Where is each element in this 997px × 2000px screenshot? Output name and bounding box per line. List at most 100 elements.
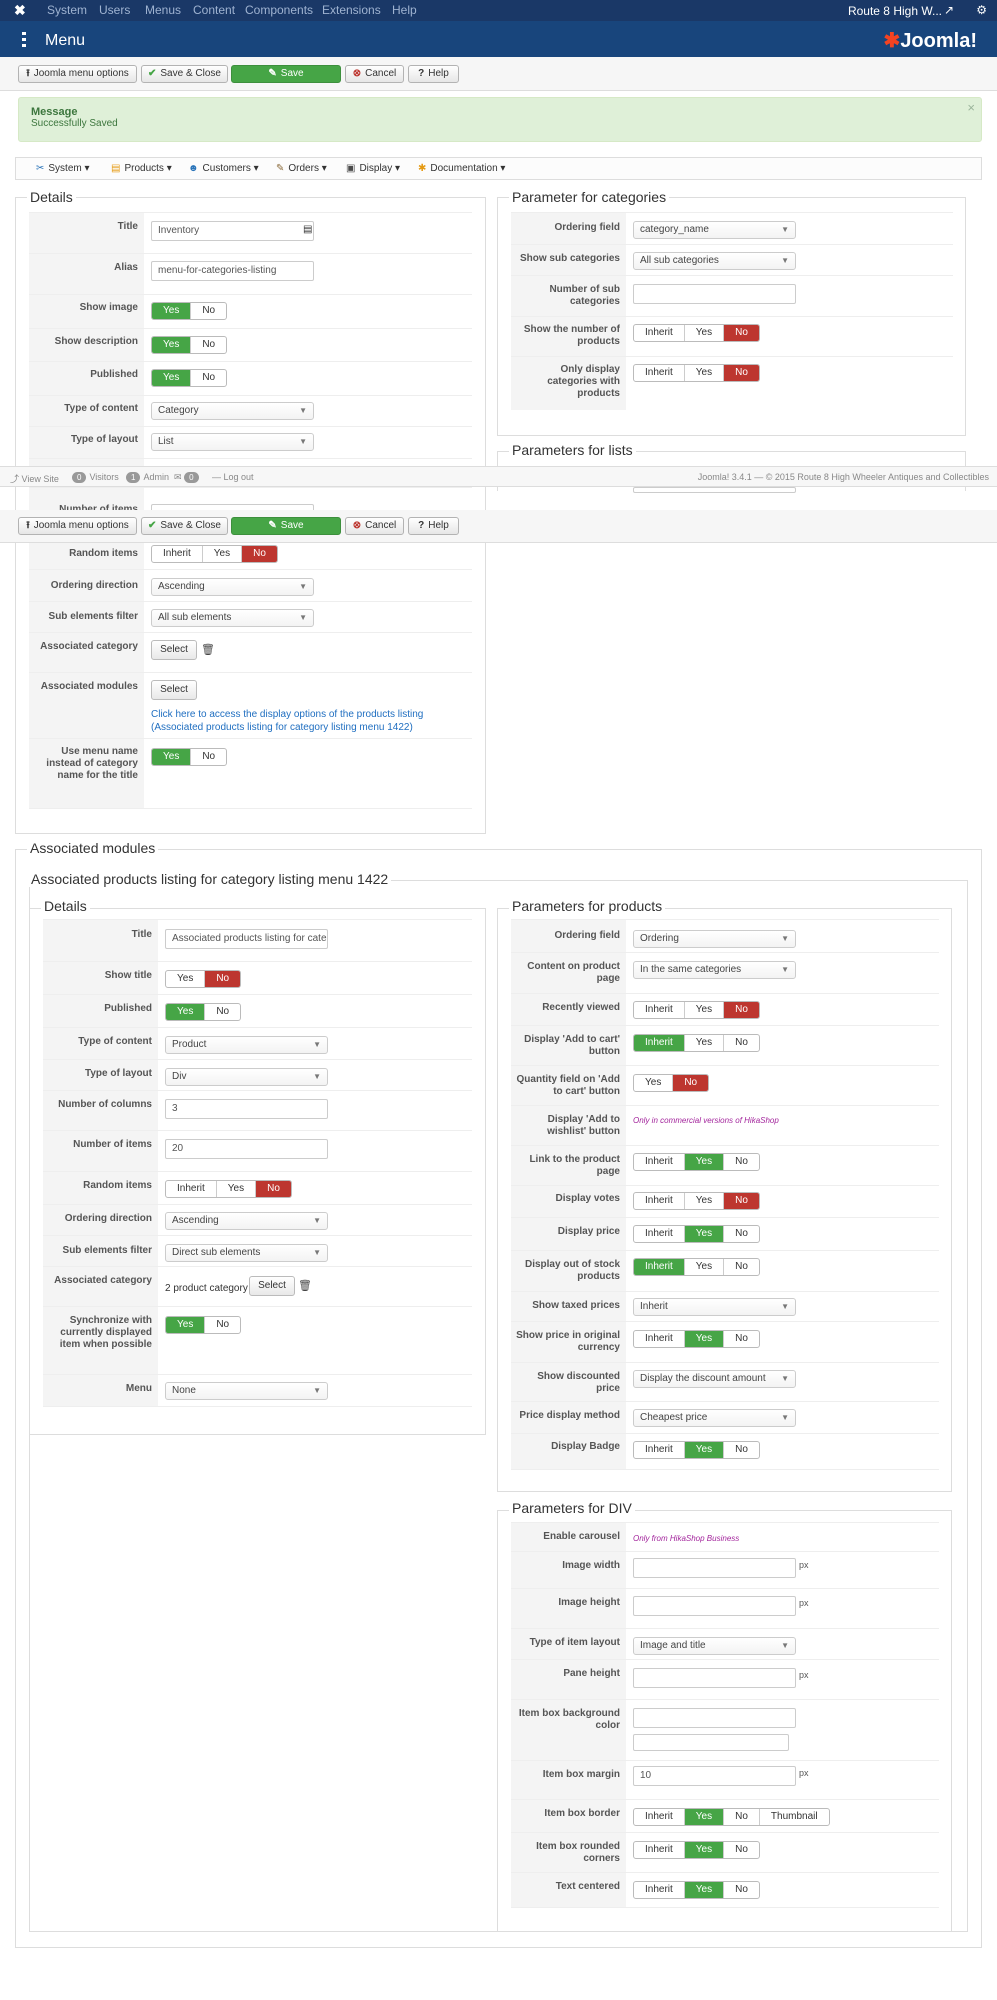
- lists-input[interactable]: [633, 487, 796, 493]
- recently-viewed-toggle[interactable]: Inherit Yes No: [633, 1001, 760, 1019]
- text-centered-toggle[interactable]: Inherit Yes No: [633, 1881, 760, 1899]
- yes-option[interactable]: Yes: [685, 365, 725, 381]
- inherit-option[interactable]: Inherit: [634, 1154, 685, 1170]
- no-option[interactable]: No: [724, 1809, 760, 1825]
- no-option[interactable]: No: [724, 1035, 759, 1051]
- hika-menu-system[interactable]: ✂ System ▾: [36, 163, 90, 174]
- assoc-type-layout-select[interactable]: Div ▼: [165, 1068, 328, 1086]
- show-description-toggle[interactable]: Yes No: [151, 336, 228, 354]
- yes-option[interactable]: Yes: [166, 1004, 206, 1020]
- yes-option[interactable]: Yes: [684, 1842, 725, 1858]
- hika-menu-orders[interactable]: ✎ Orders ▾: [276, 163, 327, 174]
- cat-ordering-field-select[interactable]: category_name ▼: [633, 221, 796, 239]
- assoc-select-category-button[interactable]: Select: [249, 1276, 295, 1296]
- item-box-background-input[interactable]: [633, 1708, 796, 1728]
- inherit-option[interactable]: Inherit: [634, 1002, 685, 1018]
- close-icon[interactable]: ×: [967, 100, 975, 115]
- synchronize-toggle[interactable]: Yes No: [165, 1316, 242, 1334]
- no-option[interactable]: No: [191, 337, 226, 353]
- yes-option[interactable]: Yes: [684, 1226, 725, 1242]
- show-image-toggle[interactable]: Yes No: [151, 302, 228, 320]
- taxed-prices-select[interactable]: Inherit ▼: [633, 1298, 796, 1316]
- menu-help[interactable]: Help: [392, 4, 417, 17]
- no-option[interactable]: No: [205, 1317, 240, 1333]
- yes-option[interactable]: Yes: [203, 546, 243, 562]
- no-option[interactable]: No: [724, 1193, 759, 1209]
- yes-option[interactable]: Yes: [685, 1193, 725, 1209]
- inherit-option[interactable]: Inherit: [634, 1259, 685, 1275]
- no-option[interactable]: No: [724, 1442, 759, 1458]
- item-box-margin-input[interactable]: 10: [633, 1766, 796, 1786]
- only-display-categories-toggle[interactable]: Inherit Yes No: [633, 364, 760, 382]
- no-option[interactable]: No: [205, 1004, 240, 1020]
- messages-status[interactable]: ✉ 0: [174, 472, 202, 483]
- yes-option[interactable]: Yes: [684, 1442, 725, 1458]
- assoc-number-items-input[interactable]: 20: [165, 1139, 328, 1159]
- no-option[interactable]: No: [191, 370, 226, 386]
- no-option[interactable]: No: [256, 1181, 291, 1197]
- image-width-input[interactable]: [633, 1558, 796, 1578]
- yes-option[interactable]: Yes: [684, 1882, 725, 1898]
- yes-option[interactable]: Yes: [684, 1809, 725, 1825]
- menu-system[interactable]: System: [47, 4, 87, 17]
- view-site-link[interactable]: ⤴ View Site: [10, 472, 59, 485]
- no-option[interactable]: No: [724, 1331, 759, 1347]
- no-option[interactable]: No: [724, 325, 759, 341]
- yes-option[interactable]: Yes: [217, 1181, 257, 1197]
- yes-option[interactable]: Yes: [152, 370, 192, 386]
- title-input[interactable]: Inventory: [151, 221, 314, 241]
- cancel-button[interactable]: ⊗ Cancel: [345, 517, 404, 535]
- select-modules-button[interactable]: Select: [151, 680, 197, 700]
- pane-height-input[interactable]: [633, 1668, 796, 1688]
- no-option[interactable]: No: [673, 1075, 709, 1091]
- menu-users[interactable]: Users: [99, 4, 130, 17]
- inherit-option[interactable]: Inherit: [166, 1181, 217, 1197]
- no-option[interactable]: No: [724, 1154, 759, 1170]
- original-currency-toggle[interactable]: Inherit Yes No: [633, 1330, 760, 1348]
- logout-link[interactable]: — Log out: [212, 472, 254, 482]
- inherit-option[interactable]: Inherit: [634, 1331, 685, 1347]
- use-menu-name-toggle[interactable]: Yes No: [151, 748, 228, 766]
- yes-option[interactable]: Yes: [685, 1259, 725, 1275]
- number-columns-input[interactable]: 3: [165, 1099, 328, 1119]
- prod-ordering-field-select[interactable]: Ordering ▼: [633, 930, 796, 948]
- no-option[interactable]: No: [724, 365, 759, 381]
- trash-icon[interactable]: 🗑: [298, 1279, 312, 1292]
- hika-menu-documentation[interactable]: ✱ Documentation ▾: [418, 163, 505, 174]
- cancel-button[interactable]: ⊗ Cancel: [345, 65, 404, 83]
- no-option[interactable]: No: [242, 546, 277, 562]
- save-button[interactable]: ✎ Save: [231, 517, 341, 535]
- inherit-option[interactable]: Inherit: [634, 1226, 685, 1242]
- hika-menu-products[interactable]: ▤ Products ▾: [111, 163, 172, 174]
- discounted-price-select[interactable]: Display the discount amount ▼: [633, 1370, 796, 1388]
- assoc-published-toggle[interactable]: Yes No: [165, 1003, 242, 1021]
- content-product-page-select[interactable]: In the same categories ▼: [633, 961, 796, 979]
- no-option[interactable]: No: [724, 1882, 759, 1898]
- inherit-option[interactable]: Inherit: [634, 325, 685, 341]
- inherit-option[interactable]: Inherit: [152, 546, 203, 562]
- hika-menu-display[interactable]: ▣ Display ▾: [346, 163, 400, 174]
- display-price-toggle[interactable]: Inherit Yes No: [633, 1225, 760, 1243]
- inherit-option[interactable]: Inherit: [634, 1193, 685, 1209]
- image-height-input[interactable]: [633, 1596, 796, 1616]
- help-button[interactable]: ? Help: [408, 65, 459, 83]
- ordering-direction-select[interactable]: Ascending ▼: [151, 578, 314, 596]
- thumbnail-option[interactable]: Thumbnail: [760, 1809, 829, 1825]
- assoc-sub-elements-select[interactable]: Direct sub elements ▼: [165, 1244, 328, 1262]
- yes-option[interactable]: Yes: [685, 325, 725, 341]
- number-sub-categories-input[interactable]: [633, 284, 796, 304]
- menu-content[interactable]: Content: [193, 4, 235, 17]
- save-button[interactable]: ✎ Save: [231, 65, 341, 83]
- gear-icon[interactable]: ⚙: [976, 3, 987, 17]
- external-link-icon[interactable]: ↗: [944, 3, 954, 17]
- yes-option[interactable]: Yes: [685, 1002, 725, 1018]
- inherit-option[interactable]: Inherit: [634, 1882, 685, 1898]
- sub-elements-filter-select[interactable]: All sub elements ▼: [151, 609, 314, 627]
- show-number-products-toggle[interactable]: Inherit Yes No: [633, 324, 760, 342]
- no-option[interactable]: No: [191, 749, 226, 765]
- published-toggle[interactable]: Yes No: [151, 369, 228, 387]
- no-option[interactable]: No: [191, 303, 226, 319]
- item-layout-select[interactable]: Image and title ▼: [633, 1637, 796, 1655]
- type-content-select[interactable]: Category ▼: [151, 402, 314, 420]
- yes-option[interactable]: Yes: [684, 1154, 725, 1170]
